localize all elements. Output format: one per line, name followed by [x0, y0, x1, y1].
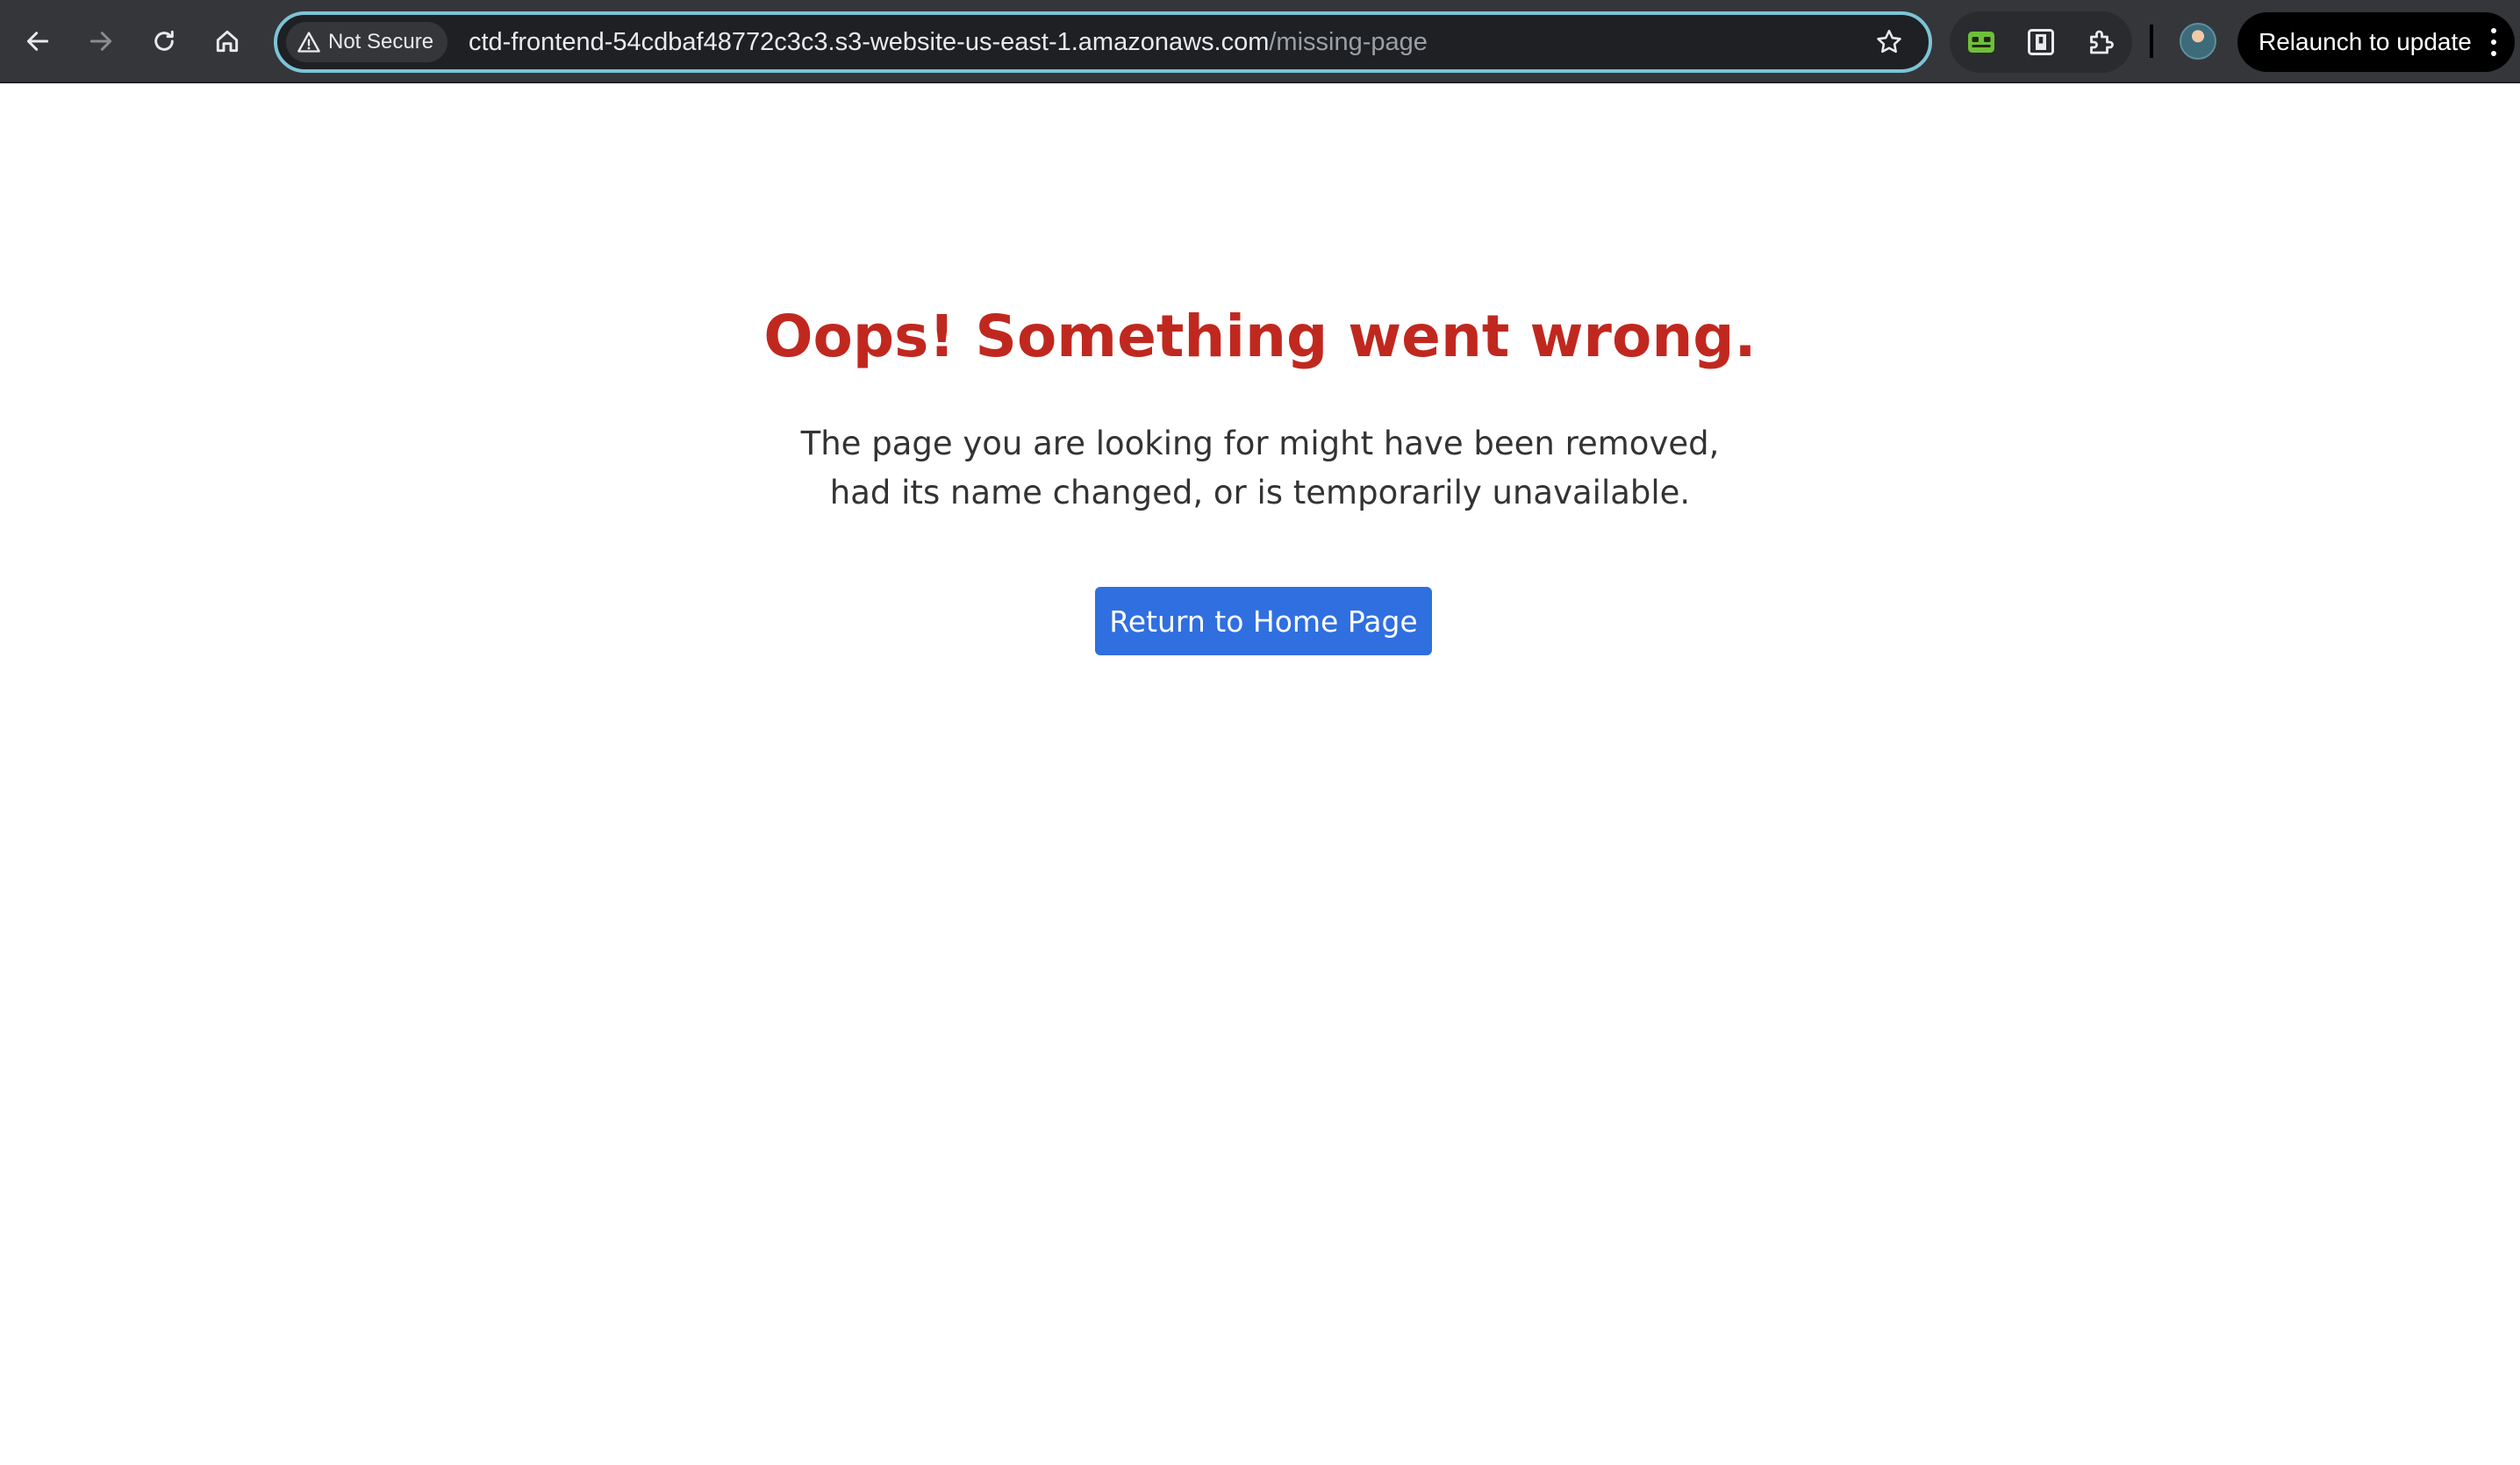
- forward-button[interactable]: [79, 19, 123, 63]
- url-path: /missing-page: [1269, 27, 1428, 56]
- address-bar[interactable]: Not Secure ctd-frontend-54cdbaf48772c3c3…: [274, 11, 1932, 73]
- home-icon: [216, 30, 239, 53]
- return-home-button[interactable]: Return to Home Page: [1095, 587, 1432, 655]
- puzzle-icon[interactable]: [2085, 26, 2116, 58]
- profile-avatar[interactable]: [2180, 23, 2216, 60]
- back-button[interactable]: [16, 19, 60, 63]
- reload-button[interactable]: [142, 19, 186, 63]
- green-extension-icon[interactable]: [1965, 26, 1997, 58]
- page-content: Oops! Something went wrong. The page you…: [0, 83, 2520, 1465]
- warning-icon: [297, 32, 320, 53]
- star-icon[interactable]: [1874, 27, 1904, 57]
- error-message: The page you are looking for might have …: [800, 425, 1720, 511]
- error-title: Oops! Something went wrong.: [763, 303, 1757, 370]
- relaunch-button[interactable]: Relaunch to update: [2237, 12, 2515, 72]
- back-arrow-icon: [26, 32, 49, 51]
- security-chip[interactable]: Not Secure: [286, 22, 448, 62]
- extensions-group: [1950, 11, 2132, 73]
- page-extension-icon[interactable]: [2025, 26, 2057, 58]
- reload-icon: [154, 30, 174, 51]
- home-button[interactable]: [205, 19, 249, 63]
- security-chip-label: Not Secure: [328, 30, 434, 54]
- kebab-menu-icon[interactable]: [2490, 27, 2497, 57]
- forward-arrow-icon: [89, 32, 112, 51]
- browser-toolbar: Not Secure ctd-frontend-54cdbaf48772c3c3…: [0, 0, 2520, 83]
- url-host: ctd-frontend-54cdbaf48772c3c3.s3-website…: [469, 27, 1270, 56]
- url-text[interactable]: ctd-frontend-54cdbaf48772c3c3.s3-website…: [469, 15, 1428, 69]
- relaunch-label: Relaunch to update: [2259, 28, 2472, 55]
- toolbar-divider: [2150, 25, 2153, 58]
